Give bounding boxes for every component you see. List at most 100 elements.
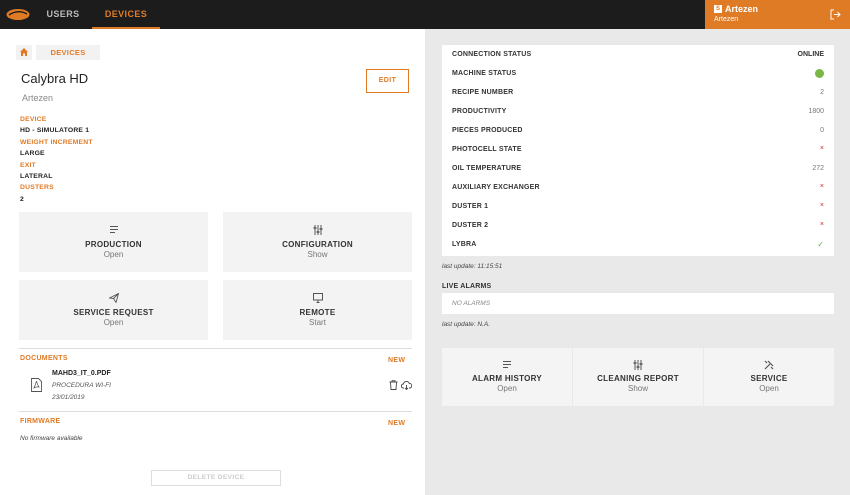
spec-value: LARGE bbox=[20, 150, 45, 158]
status-off-icon: × bbox=[819, 202, 824, 209]
divider bbox=[19, 411, 412, 412]
card-subtitle: Show bbox=[627, 384, 648, 393]
pdf-file-icon bbox=[31, 378, 42, 392]
card-subtitle: Start bbox=[309, 318, 326, 327]
send-icon bbox=[108, 293, 119, 303]
top-bar: USERS DEVICES S Artezen Artezen bbox=[0, 0, 850, 29]
document-date: 23/01/2019 bbox=[52, 394, 85, 401]
status-value: 1800 bbox=[808, 108, 824, 115]
status-label: PRODUCTIVITY bbox=[452, 108, 507, 115]
list-icon bbox=[109, 226, 118, 233]
status-row: CONNECTION STATUS ONLINE bbox=[442, 45, 834, 64]
documents-title: DOCUMENTS bbox=[20, 355, 68, 362]
status-label: RECIPE NUMBER bbox=[452, 89, 514, 96]
device-specs: DEVICE HD - SIMULATORE 1 WEIGHT INCREMEN… bbox=[20, 114, 93, 205]
firmware-new-button[interactable]: NEW bbox=[388, 420, 405, 427]
tools-icon bbox=[764, 360, 774, 370]
alarm-history-card[interactable]: ALARM HISTORY Open bbox=[442, 348, 572, 406]
trash-icon[interactable] bbox=[389, 380, 398, 390]
card-title: PRODUCTION bbox=[85, 240, 142, 249]
alarms-last-update: last update: N.A. bbox=[442, 321, 491, 328]
document-name[interactable]: MAHD3_IT_0.PDF bbox=[52, 370, 111, 377]
breadcrumb-home[interactable] bbox=[16, 45, 32, 60]
status-ok-icon: ✓ bbox=[817, 240, 824, 249]
status-off-icon: × bbox=[819, 183, 824, 190]
status-value: ONLINE bbox=[797, 51, 824, 58]
user-menu[interactable]: S Artezen Artezen bbox=[705, 0, 850, 29]
alarms-list: NO ALARMS bbox=[442, 293, 834, 314]
card-title: CONFIGURATION bbox=[282, 240, 353, 249]
service-request-card[interactable]: SERVICE REQUEST Open bbox=[19, 280, 208, 340]
status-off-icon: × bbox=[819, 221, 824, 228]
status-row: PIECES PRODUCED 0 bbox=[442, 121, 834, 140]
logout-icon[interactable] bbox=[830, 9, 841, 20]
alarms-empty-text: NO ALARMS bbox=[452, 300, 491, 307]
status-label: AUXILIARY EXCHANGER bbox=[452, 184, 540, 191]
nav-users[interactable]: USERS bbox=[32, 0, 94, 29]
firmware-empty-text: No firmware available bbox=[20, 435, 83, 442]
status-label: PHOTOCELL STATE bbox=[452, 146, 522, 153]
status-label: DUSTER 2 bbox=[452, 222, 489, 229]
edit-button[interactable]: EDIT bbox=[366, 69, 409, 93]
user-badge: S bbox=[714, 5, 722, 13]
live-alarms-title: LIVE ALARMS bbox=[442, 283, 492, 290]
status-row: OIL TEMPERATURE 272 bbox=[442, 159, 834, 178]
home-icon bbox=[20, 48, 28, 56]
firmware-title: FIRMWARE bbox=[20, 418, 61, 425]
device-status-panel: CONNECTION STATUS ONLINE MACHINE STATUS … bbox=[425, 29, 850, 495]
nav-devices-label: DEVICES bbox=[104, 9, 148, 19]
remote-card[interactable]: REMOTE Start bbox=[223, 280, 412, 340]
status-last-update: last update: 11:15:51 bbox=[442, 263, 503, 270]
cloud-download-icon[interactable] bbox=[401, 380, 412, 390]
device-owner: Artezen bbox=[22, 93, 54, 103]
card-subtitle: Open bbox=[759, 384, 779, 393]
user-name: Artezen bbox=[725, 4, 759, 14]
status-card: CONNECTION STATUS ONLINE MACHINE STATUS … bbox=[442, 45, 834, 256]
status-label: LYBRA bbox=[452, 241, 477, 248]
status-off-icon: × bbox=[819, 145, 824, 152]
status-row: DUSTER 1 × bbox=[442, 197, 834, 216]
user-company: Artezen bbox=[714, 16, 739, 23]
status-value: 272 bbox=[812, 165, 824, 172]
cleaning-report-card[interactable]: CLEANING REPORT Show bbox=[573, 348, 703, 406]
configuration-card[interactable]: CONFIGURATION Show bbox=[223, 212, 412, 272]
card-title: SERVICE REQUEST bbox=[73, 308, 154, 317]
status-row: LYBRA ✓ bbox=[442, 235, 834, 254]
card-subtitle: Open bbox=[103, 250, 124, 259]
status-value: 0 bbox=[820, 127, 824, 134]
status-label: MACHINE STATUS bbox=[452, 70, 517, 77]
documents-new-button[interactable]: NEW bbox=[388, 357, 405, 364]
card-subtitle: Open bbox=[497, 384, 517, 393]
production-card[interactable]: PRODUCTION Open bbox=[19, 212, 208, 272]
card-title: ALARM HISTORY bbox=[471, 374, 543, 383]
card-title: REMOTE bbox=[299, 308, 336, 317]
status-label: OIL TEMPERATURE bbox=[452, 165, 522, 172]
status-label: PIECES PRODUCED bbox=[452, 127, 523, 134]
status-row: MACHINE STATUS bbox=[442, 64, 834, 83]
status-row: AUXILIARY EXCHANGER × bbox=[442, 178, 834, 197]
status-row: PRODUCTIVITY 1800 bbox=[442, 102, 834, 121]
spec-key: DEVICE bbox=[20, 116, 47, 123]
card-title: SERVICE bbox=[750, 374, 788, 383]
service-card[interactable]: SERVICE Open bbox=[704, 348, 834, 406]
brand-logo[interactable] bbox=[6, 8, 30, 21]
spec-key: EXIT bbox=[20, 161, 36, 169]
status-row: DUSTER 2 × bbox=[442, 216, 834, 235]
device-title: Calybra HD bbox=[21, 71, 89, 86]
spec-key: WEIGHT INCREMENT bbox=[20, 138, 93, 146]
card-subtitle: Show bbox=[307, 250, 328, 259]
card-subtitle: Open bbox=[103, 318, 124, 327]
status-row: RECIPE NUMBER 2 bbox=[442, 83, 834, 102]
spec-value: 2 bbox=[20, 195, 24, 203]
divider bbox=[19, 348, 412, 349]
delete-device-button[interactable]: DELETE DEVICE bbox=[151, 470, 281, 486]
status-label: CONNECTION STATUS bbox=[452, 51, 532, 58]
nav-devices[interactable]: DEVICES bbox=[92, 0, 160, 29]
breadcrumb-devices[interactable]: DEVICES bbox=[36, 45, 100, 60]
list-icon bbox=[503, 361, 511, 368]
card-title: CLEANING REPORT bbox=[597, 374, 679, 383]
device-detail-panel: DEVICES Calybra HD Artezen EDIT DEVICE H… bbox=[0, 29, 425, 495]
status-row: PHOTOCELL STATE × bbox=[442, 140, 834, 159]
monitor-icon bbox=[312, 293, 323, 303]
spec-value: HD - SIMULATORE 1 bbox=[20, 127, 90, 135]
